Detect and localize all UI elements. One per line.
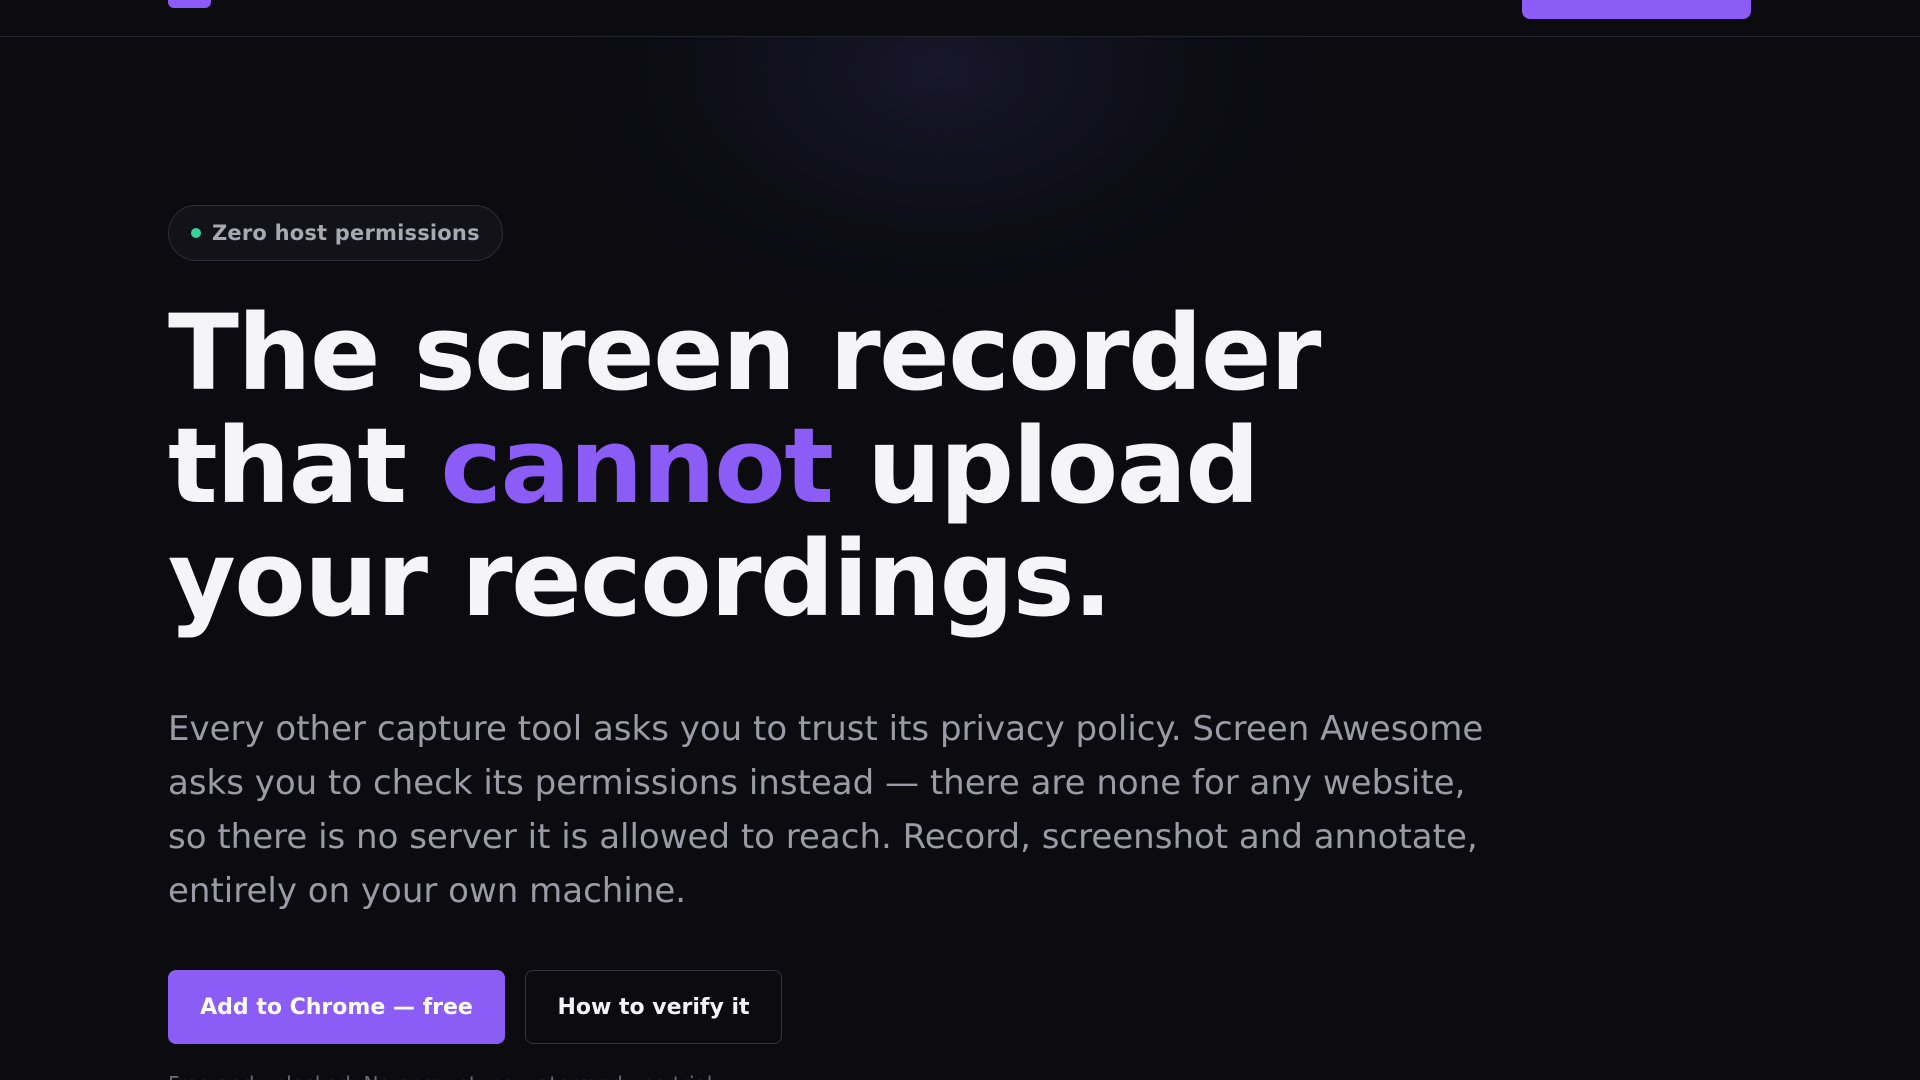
permissions-badge: Zero host permissions bbox=[168, 205, 503, 261]
hero-description: Every other capture tool asks you to tru… bbox=[168, 709, 1484, 911]
headline-line-2-start: that bbox=[168, 405, 441, 527]
nav-cta-button[interactable] bbox=[1522, 0, 1751, 19]
headline-line-3: your recordings. bbox=[168, 518, 1112, 640]
top-navigation-bar bbox=[0, 0, 1920, 37]
hero-section: Zero host permissions The screen recorde… bbox=[168, 205, 1508, 1080]
hero-actions: Add to Chrome — free How to verify it bbox=[168, 970, 1508, 1044]
add-to-chrome-button[interactable]: Add to Chrome — free bbox=[168, 970, 505, 1044]
page-title: The screen recorder that cannot upload y… bbox=[168, 297, 1508, 636]
headline-line-2-end: upload bbox=[832, 405, 1260, 527]
headline-accent-word: cannot bbox=[440, 405, 834, 527]
logo-icon[interactable] bbox=[168, 0, 211, 8]
how-to-verify-button[interactable]: How to verify it bbox=[525, 970, 782, 1044]
badge-label: Zero host permissions bbox=[212, 221, 480, 245]
fine-print: Free and unlocked. No account, no waterm… bbox=[168, 1072, 1508, 1080]
headline-line-1: The screen recorder bbox=[168, 292, 1321, 414]
status-dot-icon bbox=[191, 228, 201, 238]
